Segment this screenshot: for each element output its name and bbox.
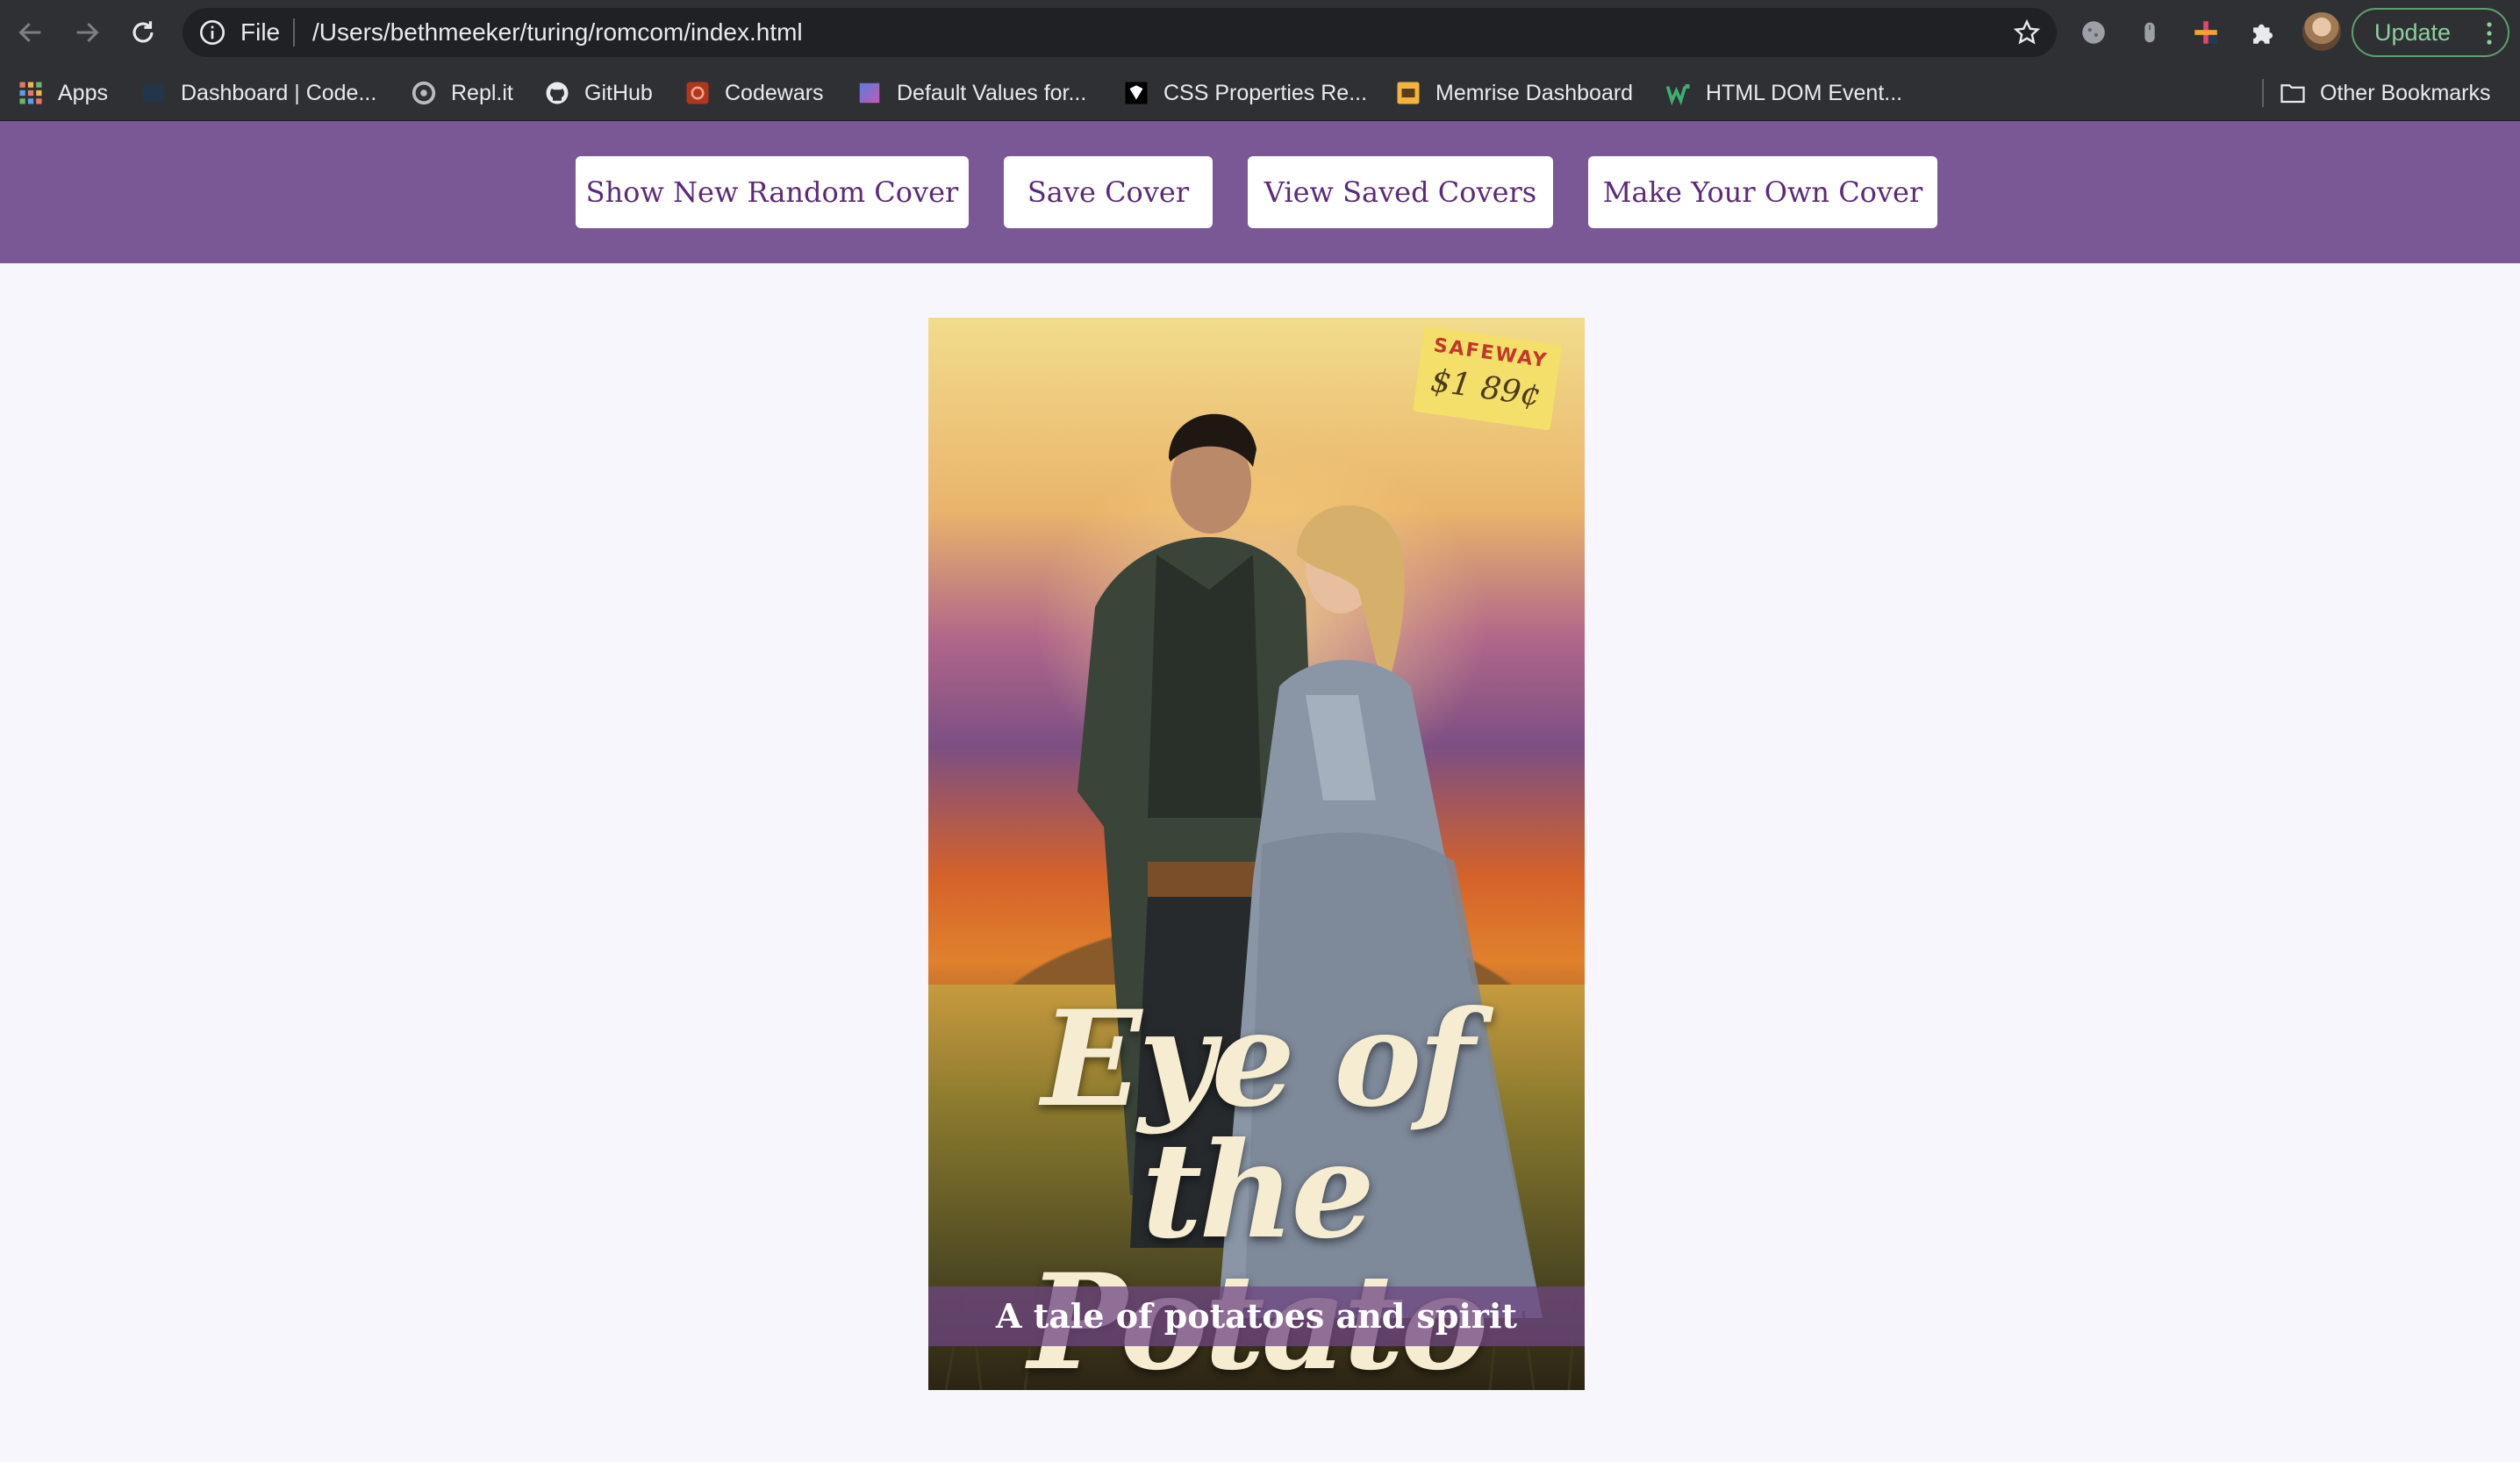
plus-icon[interactable] <box>2188 15 2223 50</box>
bookmark-label: Dashboard | Code... <box>181 80 377 105</box>
random-cover-button[interactable]: Show New Random Cover <box>576 156 969 228</box>
address-bar[interactable]: File /Users/bethmeeker/turing/romcom/ind… <box>183 8 2057 57</box>
update-button[interactable]: Update <box>2352 8 2509 57</box>
back-button[interactable] <box>9 11 53 54</box>
bookmark-css-properties[interactable]: CSS Properties Re... <box>1123 65 1367 121</box>
save-cover-button[interactable]: Save Cover <box>1004 156 1213 228</box>
other-bookmarks-label: Other Bookmarks <box>2320 80 2491 105</box>
other-bookmarks[interactable]: Other Bookmarks <box>2280 65 2491 121</box>
bookmark-github[interactable]: GitHub <box>544 65 653 121</box>
bookmark-html-dom-events[interactable]: HTML DOM Event... <box>1665 65 1902 121</box>
bookmarks-bar: Apps Dashboard | Code... Repl.it GitHub … <box>0 65 2520 121</box>
url-text[interactable]: /Users/bethmeeker/turing/romcom/index.ht… <box>312 8 803 57</box>
mouse-icon[interactable] <box>2132 15 2167 50</box>
arrow-left-icon <box>18 22 41 43</box>
github-icon <box>546 82 569 104</box>
bookmark-label: GitHub <box>584 80 653 105</box>
reload-icon <box>132 21 154 43</box>
tagline-band: A tale of potatoes and spirit <box>928 1286 1585 1346</box>
folder-icon <box>2280 84 2305 104</box>
book-cover: SAFEWAY $1 89¢ Eye of the Potato A tale … <box>928 318 1585 1390</box>
bookmark-label: Repl.it <box>451 80 513 105</box>
bookmark-memrise[interactable]: Memrise Dashboard <box>1395 65 1633 121</box>
bookmark-label: CSS Properties Re... <box>1163 80 1368 105</box>
apps-grid-icon <box>19 82 42 104</box>
forward-button[interactable] <box>65 11 109 54</box>
bookmark-label: Default Values for... <box>897 80 1087 105</box>
info-icon[interactable] <box>198 18 226 47</box>
scheme-label: File <box>240 18 281 46</box>
arrow-right-icon <box>76 22 99 43</box>
w3-icon <box>1665 84 1690 106</box>
page-icon <box>859 82 880 104</box>
reload-button[interactable] <box>121 11 165 54</box>
app-header: Show New Random Cover Save Cover View Sa… <box>0 121 2520 263</box>
more-menu-icon <box>2487 22 2492 45</box>
bookmark-dashboard[interactable]: Dashboard | Code... <box>140 65 376 121</box>
dashboard-icon <box>142 84 165 102</box>
make-own-cover-button[interactable]: Make Your Own Cover <box>1588 156 1937 228</box>
memrise-icon <box>1397 82 1420 104</box>
codewars-icon <box>686 82 709 104</box>
star-icon[interactable] <box>2013 18 2041 47</box>
css-icon <box>1125 82 1148 104</box>
browser-toolbar: File /Users/bethmeeker/turing/romcom/ind… <box>0 0 2520 65</box>
bookmark-apps[interactable]: Apps <box>18 65 108 121</box>
bookmark-label: Apps <box>58 80 108 105</box>
profile-avatar[interactable] <box>2302 12 2341 51</box>
cookie-icon[interactable] <box>2076 15 2111 50</box>
bookmark-label: HTML DOM Event... <box>1706 80 1903 105</box>
address-divider <box>293 18 295 47</box>
view-saved-covers-button[interactable]: View Saved Covers <box>1248 156 1553 228</box>
bookmark-label: Codewars <box>725 80 824 105</box>
cover-tagline: A tale of potatoes and spirit <box>996 1296 1517 1336</box>
bookmark-label: Memrise Dashboard <box>1435 80 1634 105</box>
replit-icon <box>412 81 436 105</box>
bookmark-default-values[interactable]: Default Values for... <box>856 65 1086 121</box>
update-label: Update <box>2374 19 2452 46</box>
bookmark-replit[interactable]: Repl.it <box>411 65 513 121</box>
bookmark-codewars[interactable]: Codewars <box>684 65 824 121</box>
puzzle-icon[interactable] <box>2244 15 2280 50</box>
bookmarks-divider <box>2262 79 2264 107</box>
